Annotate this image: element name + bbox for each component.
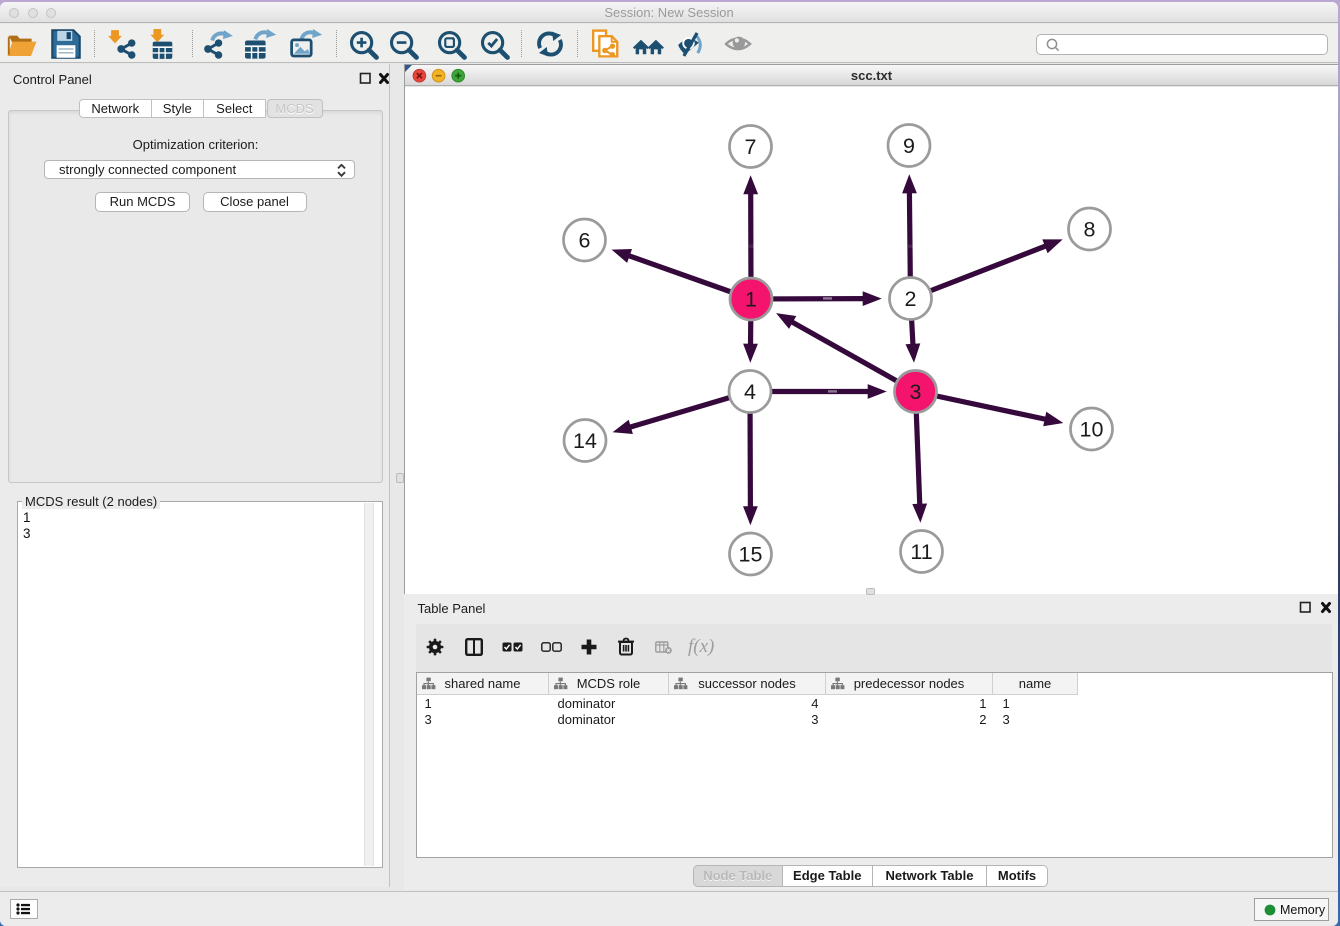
svg-text:7: 7 [745, 135, 757, 159]
svg-text:9: 9 [903, 134, 915, 158]
svg-text:11: 11 [910, 540, 932, 564]
svg-text:3: 3 [910, 380, 922, 404]
svg-text:14: 14 [573, 429, 597, 453]
svg-text:10: 10 [1080, 418, 1104, 442]
svg-text:4: 4 [744, 380, 756, 404]
svg-text:6: 6 [579, 229, 591, 253]
svg-text:15: 15 [739, 543, 763, 567]
svg-text:8: 8 [1084, 218, 1096, 242]
svg-text:2: 2 [905, 287, 917, 311]
svg-text:1: 1 [745, 288, 757, 312]
